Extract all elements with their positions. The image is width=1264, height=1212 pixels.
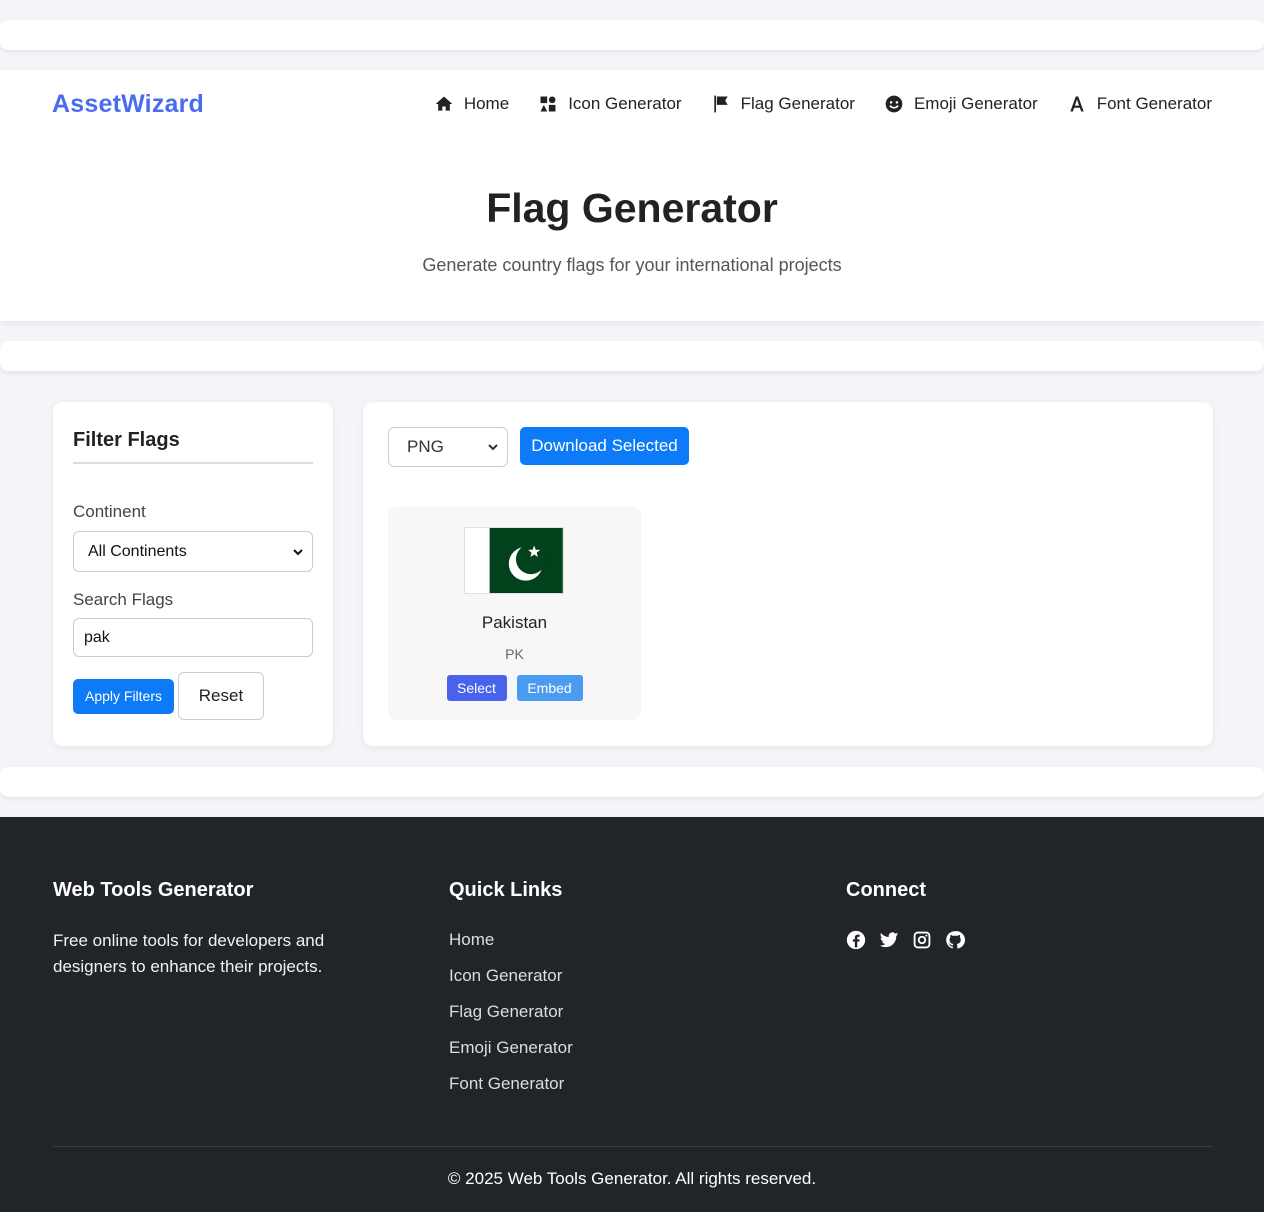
nav-item-label: Font Generator bbox=[1096, 94, 1212, 113]
footer-connect-title: Connect bbox=[846, 879, 926, 901]
nav-item-flag-generator[interactable]: Flag Generator bbox=[711, 94, 855, 114]
top-banner-strip bbox=[0, 20, 1264, 50]
nav-item-label: Flag Generator bbox=[740, 94, 855, 113]
nav-item-label: Emoji Generator bbox=[913, 94, 1038, 113]
footer-link-flag-generator[interactable]: Flag Generator bbox=[449, 1002, 573, 1038]
home-icon bbox=[435, 96, 453, 111]
icons-icon bbox=[540, 96, 556, 112]
social-links bbox=[846, 930, 965, 950]
select-flag-button[interactable]: Select bbox=[446, 675, 507, 701]
footer-link-icon-generator[interactable]: Icon Generator bbox=[449, 966, 573, 1002]
country-name: Pakistan bbox=[481, 613, 548, 632]
navbar: AssetWizard Home Icon Generator Flag Gen… bbox=[0, 70, 1264, 138]
search-input-value: pak bbox=[84, 628, 110, 646]
footer-link-home[interactable]: Home bbox=[449, 930, 573, 966]
pakistan-flag-image bbox=[464, 527, 564, 594]
github-icon[interactable] bbox=[945, 930, 965, 950]
middle-banner-strip bbox=[0, 341, 1264, 371]
font-icon bbox=[1070, 96, 1084, 112]
footer-connect: Connect bbox=[846, 879, 965, 950]
brand-logo[interactable]: AssetWizard bbox=[52, 90, 204, 119]
instagram-icon[interactable] bbox=[912, 930, 932, 950]
search-label: Search Flags bbox=[73, 590, 174, 609]
footer-about: Web Tools Generator Free online tools fo… bbox=[53, 879, 353, 980]
page-subtitle: Generate country flags for your internat… bbox=[422, 255, 842, 275]
footer-links-list: Home Icon Generator Flag Generator Emoji… bbox=[449, 930, 573, 1110]
nav-item-label: Home bbox=[463, 94, 510, 113]
continent-label: Continent bbox=[73, 502, 146, 521]
footer-link-font-generator[interactable]: Font Generator bbox=[449, 1074, 573, 1110]
footer-about-text: Free online tools for developers and des… bbox=[53, 931, 325, 976]
footer-divider bbox=[53, 1146, 1213, 1147]
nav-item-home[interactable]: Home bbox=[434, 94, 509, 114]
nav-item-label: Icon Generator bbox=[568, 94, 682, 113]
flag-results-panel: PNG Download Selected Pakistan PK Select… bbox=[363, 402, 1213, 746]
footer-link-emoji-generator[interactable]: Emoji Generator bbox=[449, 1038, 573, 1074]
country-code: PK bbox=[505, 646, 524, 662]
footer-links-title: Quick Links bbox=[449, 879, 563, 901]
chevron-down-icon bbox=[488, 444, 498, 451]
nav-item-font-generator[interactable]: Font Generator bbox=[1067, 94, 1212, 114]
format-select-value: PNG bbox=[407, 437, 444, 456]
bottom-banner-strip bbox=[0, 767, 1264, 797]
chevron-down-icon bbox=[293, 548, 303, 555]
page-title: Flag Generator bbox=[486, 185, 778, 231]
nav-item-icon-generator[interactable]: Icon Generator bbox=[538, 94, 682, 114]
flag-icon bbox=[713, 95, 728, 113]
nav-item-emoji-generator[interactable]: Emoji Generator bbox=[884, 94, 1038, 114]
smile-icon bbox=[885, 95, 903, 113]
footer-quick-links: Quick Links Home Icon Generator Flag Gen… bbox=[449, 879, 573, 1110]
format-select[interactable]: PNG bbox=[388, 427, 508, 467]
download-selected-button[interactable]: Download Selected bbox=[520, 427, 689, 465]
reset-button[interactable]: Reset bbox=[178, 672, 264, 720]
search-input[interactable]: pak bbox=[73, 618, 313, 657]
filter-panel: Filter Flags Continent All Continents Se… bbox=[53, 402, 333, 746]
filter-actions: Apply Filters Reset bbox=[73, 672, 313, 720]
flag-card: Pakistan PK Select Embed bbox=[388, 507, 641, 720]
card-actions: Select Embed bbox=[388, 675, 641, 701]
footer-about-title: Web Tools Generator bbox=[53, 879, 254, 901]
continent-select-value: All Continents bbox=[88, 542, 187, 560]
copyright-text: © 2025 Web Tools Generator. All rights r… bbox=[447, 1169, 817, 1188]
apply-filters-button[interactable]: Apply Filters bbox=[73, 678, 174, 714]
facebook-icon[interactable] bbox=[846, 930, 866, 950]
filter-title: Filter Flags bbox=[73, 429, 313, 464]
embed-flag-button[interactable]: Embed bbox=[516, 675, 583, 701]
continent-select[interactable]: All Continents bbox=[73, 531, 313, 572]
footer: Web Tools Generator Free online tools fo… bbox=[0, 817, 1264, 1212]
hero-section: Flag Generator Generate country flags fo… bbox=[0, 138, 1264, 321]
nav-links: Home Icon Generator Flag Generator Emoji… bbox=[434, 94, 1212, 114]
twitter-icon[interactable] bbox=[879, 930, 899, 950]
